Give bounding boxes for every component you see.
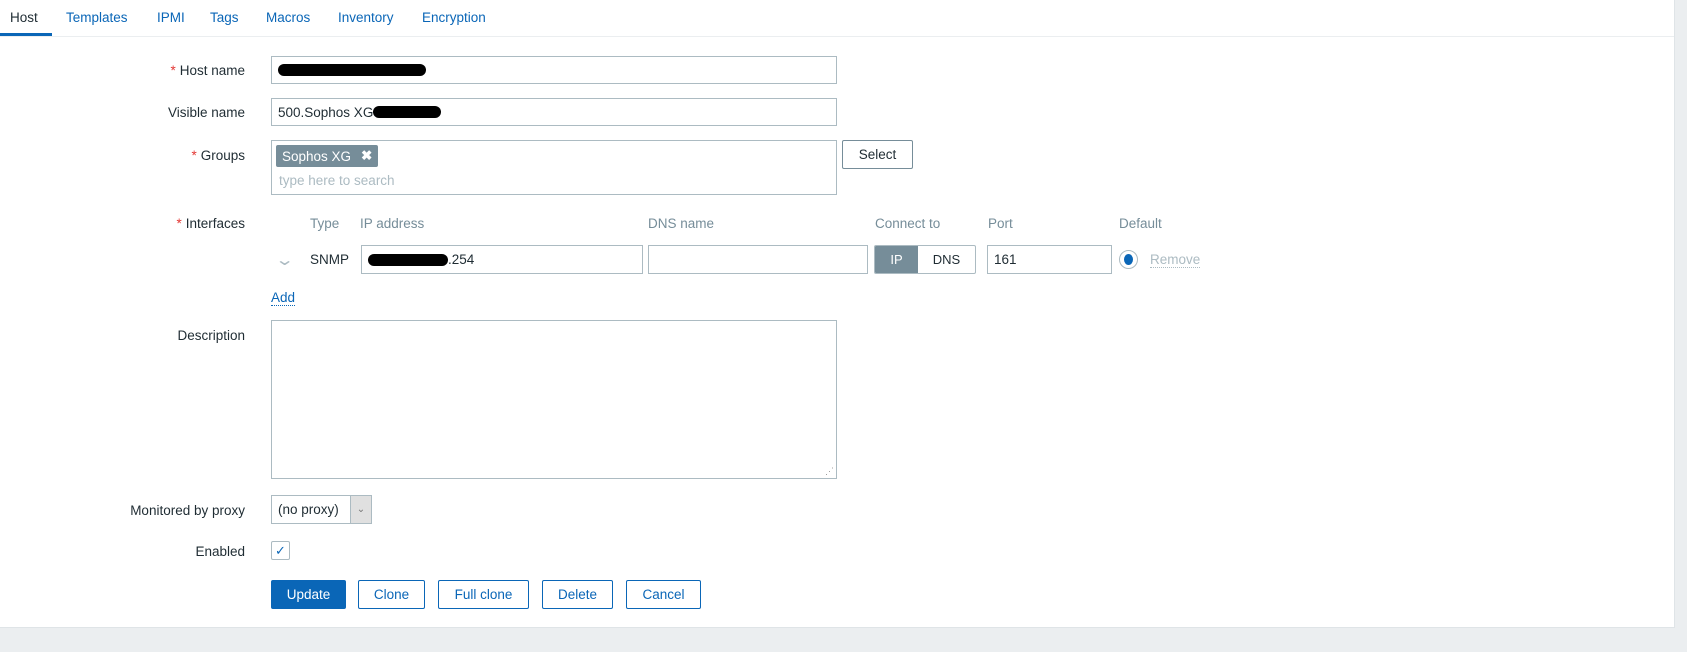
group-tag-label: Sophos XG bbox=[282, 148, 352, 164]
tab-templates[interactable]: Templates bbox=[66, 10, 128, 25]
cancel-button[interactable]: Cancel bbox=[626, 580, 701, 609]
description-textarea[interactable]: ⋰ bbox=[271, 320, 837, 479]
select-groups-button[interactable]: Select bbox=[842, 140, 913, 169]
tab-tags[interactable]: Tags bbox=[210, 10, 239, 25]
enabled-label: Enabled bbox=[195, 544, 245, 559]
groups-multiselect[interactable]: Sophos XG ✖ type here to search bbox=[271, 140, 837, 195]
host-form-panel: Host Templates IPMI Tags Macros Inventor… bbox=[0, 0, 1674, 628]
proxy-select[interactable]: (no proxy) ⌄ bbox=[271, 495, 372, 524]
col-ip: IP address bbox=[360, 216, 425, 231]
chevron-down-icon[interactable]: ⌄ bbox=[350, 496, 371, 523]
dns-name-input[interactable] bbox=[648, 245, 868, 274]
groups-label: * Groups bbox=[191, 148, 245, 163]
col-connect: Connect to bbox=[875, 216, 941, 231]
connect-dns-option[interactable]: DNS bbox=[918, 246, 975, 273]
clone-button[interactable]: Clone bbox=[358, 580, 425, 609]
connect-to-toggle: IP DNS bbox=[874, 245, 976, 274]
tab-bar: Host Templates IPMI Tags Macros Inventor… bbox=[0, 0, 1674, 37]
default-radio[interactable] bbox=[1119, 250, 1138, 269]
host-name-label: * Host name bbox=[170, 63, 245, 78]
description-label: Description bbox=[177, 328, 245, 343]
chevron-down-icon[interactable]: ⌄ bbox=[275, 250, 295, 270]
col-type: Type bbox=[310, 216, 340, 231]
ip-suffix: .254 bbox=[448, 252, 475, 267]
host-name-input[interactable] bbox=[271, 56, 837, 84]
visible-name-label: Visible name bbox=[167, 105, 245, 120]
col-dns: DNS name bbox=[648, 216, 715, 231]
iface-type: SNMP bbox=[310, 252, 350, 267]
tab-host[interactable]: Host bbox=[10, 10, 38, 25]
proxy-label: Monitored by proxy bbox=[130, 503, 245, 518]
redacted-value bbox=[373, 106, 442, 118]
resize-handle-icon[interactable]: ⋰ bbox=[825, 466, 834, 477]
groups-search-placeholder[interactable]: type here to search bbox=[276, 173, 832, 188]
redacted-value bbox=[278, 64, 426, 76]
redacted-value bbox=[368, 253, 448, 266]
remove-interface-link[interactable]: Remove bbox=[1150, 252, 1201, 268]
col-default: Default bbox=[1119, 216, 1162, 231]
tab-inventory[interactable]: Inventory bbox=[338, 10, 394, 25]
port-input[interactable]: 161 bbox=[987, 245, 1112, 274]
proxy-value: (no proxy) bbox=[278, 502, 339, 517]
col-port: Port bbox=[988, 216, 1013, 231]
ip-address-input[interactable]: .254 bbox=[361, 245, 643, 274]
connect-ip-option[interactable]: IP bbox=[875, 246, 918, 273]
tab-macros[interactable]: Macros bbox=[266, 10, 310, 25]
active-tab-indicator bbox=[0, 33, 52, 36]
interfaces-label: * Interfaces bbox=[176, 216, 245, 231]
update-button[interactable]: Update bbox=[271, 580, 346, 609]
group-tag: Sophos XG ✖ bbox=[276, 145, 379, 167]
scrollbar[interactable] bbox=[1674, 0, 1687, 628]
visible-name-input[interactable]: 500.Sophos XG bbox=[271, 98, 837, 126]
add-interface-link[interactable]: Add bbox=[271, 290, 296, 306]
full-clone-button[interactable]: Full clone bbox=[438, 580, 529, 609]
remove-tag-icon[interactable]: ✖ bbox=[361, 148, 372, 164]
enabled-checkbox[interactable]: ✓ bbox=[271, 541, 290, 560]
tab-ipmi[interactable]: IPMI bbox=[157, 10, 185, 25]
tab-encryption[interactable]: Encryption bbox=[422, 10, 486, 25]
delete-button[interactable]: Delete bbox=[542, 580, 613, 609]
visible-name-value: 500.Sophos XG bbox=[278, 104, 374, 120]
